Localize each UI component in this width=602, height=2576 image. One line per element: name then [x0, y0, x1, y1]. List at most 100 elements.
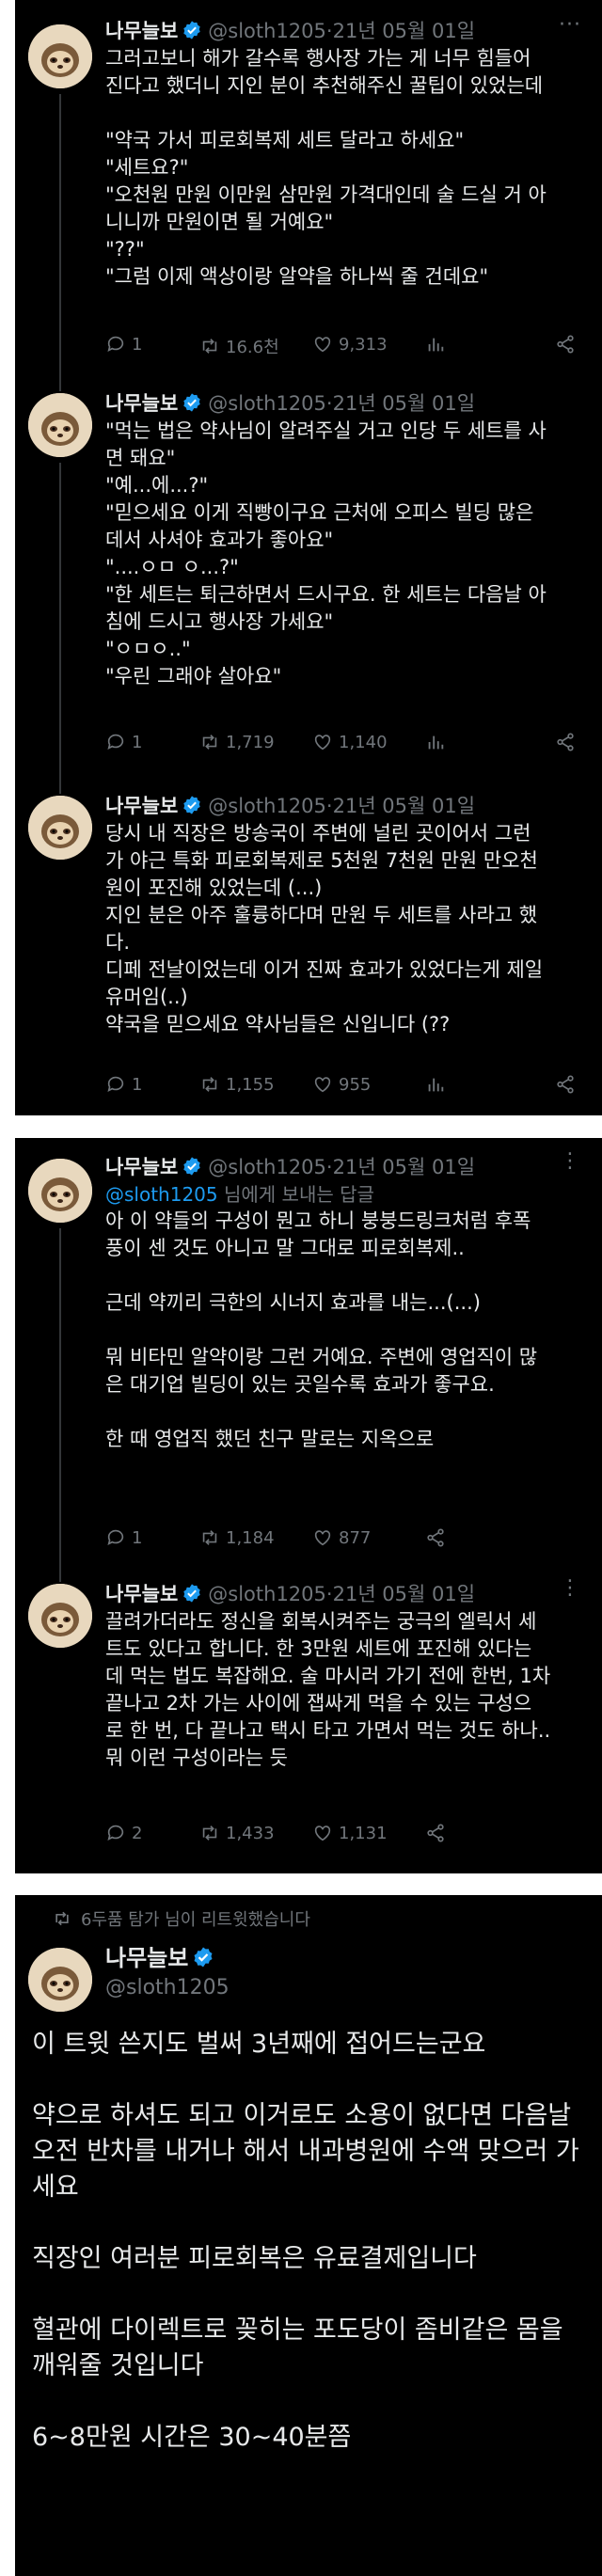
tweet-line: "믿으세요 이게 직빵이구요 근처에 오피스 빌딩 많은: [105, 501, 534, 524]
tweet-date[interactable]: 21년 05월 01일: [333, 20, 475, 42]
tweet-line: 세요: [32, 2173, 79, 2202]
avatar[interactable]: [28, 1948, 92, 2012]
tweet[interactable]: 나무늘보 @sloth1205 이 트윗 쓴지도 벌써 3년째에 접어드는군요 …: [15, 1933, 602, 2576]
tweet-line: "....ㅇㅁ ㅇ...?": [105, 556, 239, 578]
reply-count: 1: [132, 1074, 143, 1095]
tweet-line: "약국 가서 피로회복제 세트 달라고 하세요": [105, 129, 465, 151]
screenshot-panel-2: 나무늘보 @sloth1205·21년 05월 01일 ⋮ @sloth1205 …: [15, 1138, 602, 1873]
views-button[interactable]: [425, 334, 446, 355]
retweet-button[interactable]: 1,184: [199, 1527, 275, 1548]
tweet-line: 유머임(..): [105, 986, 188, 1008]
like-button[interactable]: 877: [312, 1527, 371, 1548]
author-name[interactable]: 나무늘보: [105, 392, 178, 415]
tweet-date[interactable]: 21년 05월 01일: [333, 392, 475, 415]
author-handle[interactable]: @sloth1205: [208, 392, 326, 415]
retweet-count: 1,719: [226, 732, 275, 752]
verified-badge-icon: [182, 20, 202, 46]
like-button[interactable]: 9,313: [312, 334, 388, 355]
verified-badge-icon: [182, 1156, 202, 1182]
tweet-date[interactable]: 21년 05월 01일: [333, 795, 475, 817]
reply-button[interactable]: 2: [105, 1823, 142, 1843]
tweet-header: 나무늘보 @sloth1205·21년 05월 01일: [105, 1155, 475, 1182]
share-button[interactable]: [555, 732, 576, 752]
sloth-avatar-icon: [28, 24, 92, 88]
tweet[interactable]: 나무늘보 @sloth1205·21년 05월 01일 ··· 그러고보니 해가 …: [15, 0, 602, 376]
tweet-text: 당시 내 직장은 방송국이 주변에 널린 곳이어서 그런 가 야근 특화 피로회…: [105, 820, 585, 1038]
tweet-line: 다.: [105, 931, 130, 954]
tweet-line: 데 먹는 법도 복잡해요. 술 마시러 가기 전에 한번, 1차: [105, 1665, 551, 1687]
thread-line: [59, 781, 61, 794]
tweet-line: 풍이 센 것도 아니고 말 그대로 피로회복제..: [105, 1237, 465, 1259]
like-icon: [314, 337, 331, 353]
sloth-avatar-icon: [28, 393, 92, 457]
tweet-date[interactable]: 21년 05월 01일: [333, 1156, 475, 1178]
like-button[interactable]: 1,131: [312, 1823, 388, 1843]
tweet-line: "ㅇㅁㅇ..": [105, 638, 191, 660]
views-button[interactable]: [425, 732, 446, 752]
retweet-note-text[interactable]: 6두품 탐가 님이 리트윗했습니다: [81, 1906, 310, 1931]
tweet-line: "세트요?": [105, 156, 189, 179]
share-button[interactable]: [425, 1823, 446, 1843]
avatar[interactable]: [28, 393, 92, 457]
share-button[interactable]: [555, 334, 576, 355]
separator: ·: [325, 20, 333, 42]
reply-count: 1: [132, 732, 143, 752]
retweet-count: 1,155: [226, 1074, 275, 1095]
author-name[interactable]: 나무늘보: [105, 1583, 178, 1605]
tweet-line: "오천원 만원 이만원 삼만원 가격대인데 술 드실 거 아: [105, 183, 547, 206]
reply-button[interactable]: 1: [105, 1527, 142, 1548]
retweet-button[interactable]: 1,719: [199, 732, 275, 752]
tweet-actions: 1 1,155 955: [105, 1074, 585, 1100]
reply-button[interactable]: 1: [105, 732, 142, 752]
tweet-line: 면 돼요": [105, 447, 176, 469]
tweet-line: 뭐 이런 구성이라는 듯: [105, 1746, 288, 1769]
avatar[interactable]: [28, 1584, 92, 1648]
reply-button[interactable]: 1: [105, 1074, 142, 1095]
tweet-line: 깨워줄 것입니다: [32, 2351, 204, 2380]
avatar[interactable]: [28, 796, 92, 860]
reply-button[interactable]: 1: [105, 334, 142, 355]
author-handle[interactable]: @sloth1205: [208, 1156, 326, 1178]
tweet-text: @sloth1205 님에게 보내는 답글 아 이 약들의 구성이 뭔고 하니 …: [105, 1181, 585, 1453]
tweet-line: "??": [105, 238, 145, 261]
like-button[interactable]: 955: [312, 1074, 371, 1095]
tweet[interactable]: 나무늘보 @sloth1205·21년 05월 01일 ⋮ 끌려가더라도 정신을 …: [15, 1563, 602, 1873]
retweet-button[interactable]: 1,433: [199, 1823, 275, 1843]
share-button[interactable]: [555, 1074, 576, 1095]
author-name[interactable]: 나무늘보: [105, 795, 178, 817]
share-button[interactable]: [425, 1527, 446, 1548]
tweet-line: 근데 약끼리 극한의 시너지 효과를 내는...(...): [105, 1291, 481, 1314]
tweet-date[interactable]: 21년 05월 01일: [333, 1583, 475, 1605]
more-icon[interactable]: ⋮: [560, 1576, 581, 1600]
tweet-line: "예...에...?": [105, 474, 209, 497]
verified-badge-icon: [192, 1946, 214, 1974]
author-handle[interactable]: @sloth1205: [208, 20, 326, 42]
tweet[interactable]: 나무늘보 @sloth1205·21년 05월 01일 ⋮ @sloth1205 …: [15, 1138, 602, 1563]
avatar[interactable]: [28, 24, 92, 88]
retweet-button[interactable]: 1,155: [199, 1074, 275, 1095]
like-count: 1,140: [339, 732, 388, 752]
tweet[interactable]: 나무늘보 @sloth1205·21년 05월 01일 당시 내 직장은 방송국이…: [15, 781, 602, 1115]
tweet-header: 나무늘보 @sloth1205·21년 05월 01일: [105, 1582, 475, 1609]
tweet[interactable]: 나무늘보 @sloth1205·21년 05월 01일 "먹는 법은 약사님이 알…: [15, 376, 602, 781]
reply-mention[interactable]: @sloth1205: [105, 1183, 218, 1206]
like-button[interactable]: 1,140: [312, 732, 388, 752]
tweet-text: 끌려가더라도 정신을 회복시켜주는 궁극의 엘릭서 세 트도 있다고 합니다. …: [105, 1608, 585, 1772]
share-icon: [557, 733, 574, 751]
author-name[interactable]: 나무늘보: [105, 20, 178, 42]
sloth-avatar-icon: [28, 1159, 92, 1223]
author-name[interactable]: 나무늘보: [105, 1945, 188, 1971]
retweet-icon: [202, 1077, 217, 1092]
more-icon[interactable]: ⋮: [560, 1149, 581, 1173]
author-handle[interactable]: @sloth1205: [208, 795, 326, 817]
retweet-count: 1,433: [226, 1823, 275, 1843]
author-handle[interactable]: @sloth1205: [208, 1583, 326, 1605]
author-handle[interactable]: @sloth1205: [105, 1976, 230, 1999]
tweet-header: 나무늘보: [105, 1946, 220, 1974]
avatar[interactable]: [28, 1159, 92, 1223]
author-name[interactable]: 나무늘보: [105, 1156, 178, 1178]
tweet-header: 나무늘보 @sloth1205·21년 05월 01일: [105, 19, 475, 46]
retweet-button[interactable]: 16.6천: [199, 334, 279, 358]
views-button[interactable]: [425, 1074, 446, 1095]
more-icon[interactable]: ···: [559, 13, 581, 37]
